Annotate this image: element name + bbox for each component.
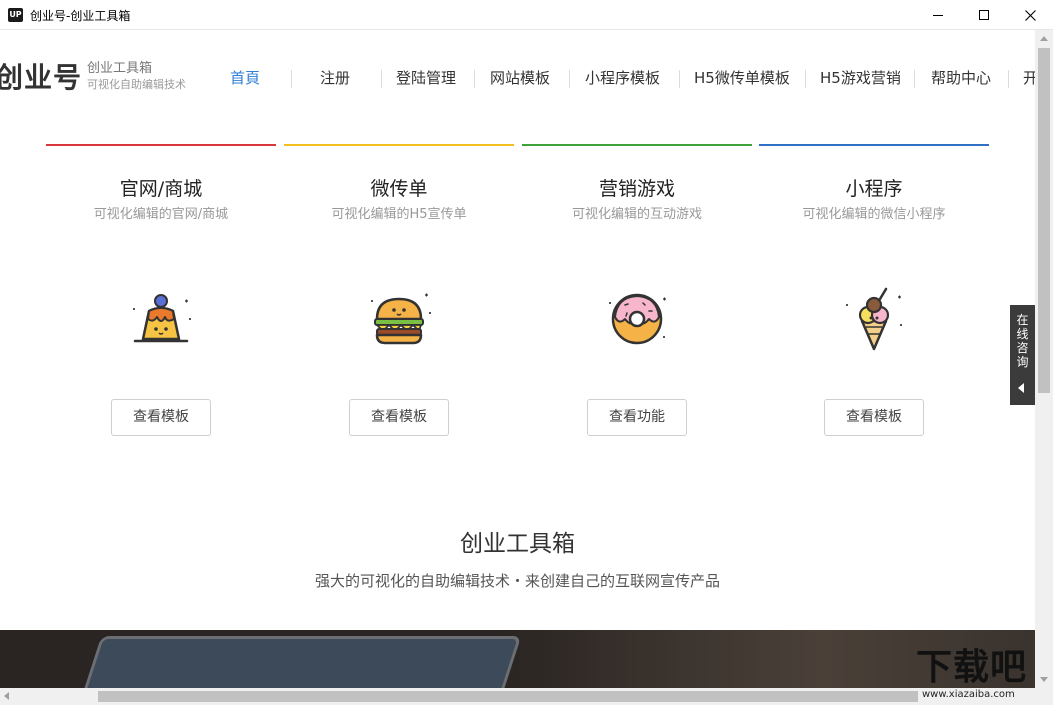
close-icon bbox=[1024, 9, 1036, 21]
nav-separator bbox=[291, 70, 292, 88]
nav-item-h5-games[interactable]: H5游戏营销 bbox=[820, 64, 901, 94]
minimize-icon bbox=[933, 14, 943, 16]
watermark-logo: 下载吧 bbox=[916, 647, 1028, 688]
title-bar: UP 创业号-创业工具箱 bbox=[0, 0, 1053, 30]
view-features-button[interactable]: 查看功能 bbox=[587, 399, 687, 436]
scroll-left-icon[interactable] bbox=[4, 692, 9, 700]
close-button[interactable] bbox=[1007, 0, 1053, 30]
view-templates-button[interactable]: 查看模板 bbox=[824, 399, 924, 436]
card-title: 小程序 bbox=[845, 178, 903, 200]
watermark-url: www.xiazaiba.com bbox=[922, 689, 1015, 700]
horizontal-scrollbar[interactable] bbox=[0, 688, 1035, 705]
nav-item-help[interactable]: 帮助中心 bbox=[931, 64, 991, 94]
view-templates-button[interactable]: 查看模板 bbox=[111, 399, 211, 436]
watermark: 下载吧 www.xiazaiba.com bbox=[916, 648, 1053, 705]
vertical-scrollbar[interactable] bbox=[1035, 30, 1053, 688]
card-accent-bar bbox=[46, 144, 276, 146]
nav-item-home[interactable]: 首頁 bbox=[230, 64, 260, 94]
donut-icon bbox=[609, 293, 666, 345]
main-nav: 首頁 注册 登陆管理 网站模板 小程序模板 H5微传单模板 H5游戏营销 帮助中… bbox=[0, 64, 1035, 94]
nav-separator bbox=[381, 70, 382, 88]
card-accent-bar bbox=[522, 144, 752, 146]
laptop-image bbox=[78, 636, 522, 688]
nav-item-h5-flyer-templates[interactable]: H5微传单模板 bbox=[694, 64, 790, 94]
product-card-miniapp: 小程序 可视化编辑的微信小程序 查看模板 bbox=[759, 144, 989, 444]
section-subtitle: 强大的可视化的自助编辑技术・来创建自己的互联网宣传产品 bbox=[314, 572, 720, 590]
card-subtitle: 可视化编辑的微信小程序 bbox=[802, 207, 946, 222]
hero-banner-image bbox=[0, 630, 1035, 688]
card-accent-bar bbox=[759, 144, 989, 146]
consult-label: 在线咨询 bbox=[1016, 313, 1029, 369]
product-card-flyer: 微传单 可视化编辑的H5宣传单 查看模板 bbox=[284, 144, 514, 444]
vertical-scroll-thumb[interactable] bbox=[1038, 48, 1050, 393]
nav-separator bbox=[679, 70, 680, 88]
scroll-up-icon[interactable] bbox=[1040, 36, 1048, 41]
card-accent-bar bbox=[284, 144, 514, 146]
nav-item-miniapp-templates[interactable]: 小程序模板 bbox=[585, 64, 660, 94]
card-title: 官网/商城 bbox=[119, 178, 203, 200]
burger-icon bbox=[371, 293, 431, 345]
nav-separator bbox=[1008, 70, 1009, 88]
nav-item-more[interactable]: 开 bbox=[1023, 64, 1035, 94]
product-card-website: 官网/商城 可视化编辑的官网/商城 查看模板 bbox=[46, 144, 276, 444]
view-templates-button[interactable]: 查看模板 bbox=[349, 399, 449, 436]
icecream-icon bbox=[846, 287, 902, 351]
card-subtitle: 可视化编辑的互动游戏 bbox=[571, 207, 702, 222]
card-title: 营销游戏 bbox=[598, 178, 675, 200]
minimize-button[interactable] bbox=[915, 0, 961, 30]
card-subtitle: 可视化编辑的官网/商城 bbox=[93, 207, 229, 222]
card-subtitle: 可视化编辑的H5宣传单 bbox=[331, 207, 467, 222]
nav-separator bbox=[805, 70, 806, 88]
maximize-icon bbox=[979, 10, 989, 20]
product-card-games: 营销游戏 可视化编辑的互动游戏 查看功能 bbox=[522, 144, 752, 444]
online-consult-tab[interactable]: 在线咨询 bbox=[1010, 305, 1035, 405]
nav-separator bbox=[914, 70, 915, 88]
section-title: 创业工具箱 bbox=[460, 531, 575, 557]
chevron-left-icon bbox=[1018, 383, 1024, 393]
window-title: 创业号-创业工具箱 bbox=[30, 9, 131, 23]
horizontal-scroll-thumb[interactable] bbox=[98, 691, 918, 702]
nav-item-login[interactable]: 登陆管理 bbox=[396, 64, 456, 94]
nav-item-site-templates[interactable]: 网站模板 bbox=[490, 64, 550, 94]
pudding-icon bbox=[133, 294, 191, 343]
card-title: 微传单 bbox=[370, 178, 428, 200]
nav-item-register[interactable]: 注册 bbox=[320, 64, 350, 94]
nav-separator bbox=[569, 70, 570, 88]
maximize-button[interactable] bbox=[961, 0, 1007, 30]
nav-separator bbox=[474, 70, 475, 88]
app-icon: UP bbox=[8, 8, 23, 22]
